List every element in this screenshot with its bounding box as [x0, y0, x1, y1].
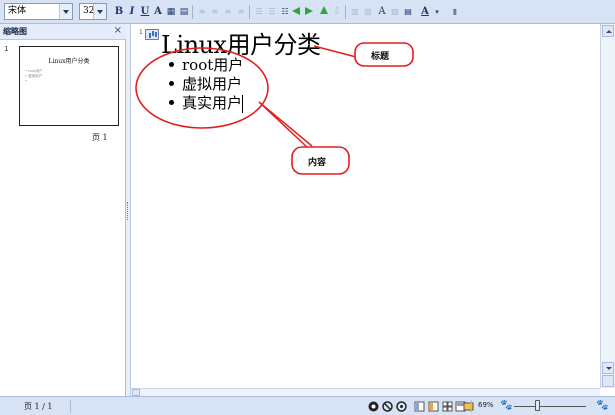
slide-editing-area[interactable]: 1 Linux用户分类 root用户 虚拟用户 真实用户: [131, 24, 600, 388]
text-box-icon[interactable]: ▤: [402, 5, 414, 19]
scroll-down-icon[interactable]: [602, 362, 614, 374]
font-decrease-icon[interactable]: ▧: [389, 5, 401, 19]
justify-icon[interactable]: ≡: [235, 5, 247, 19]
status-separator: [70, 400, 71, 413]
toolbar-separator: [345, 5, 346, 19]
bullet-text: root用户: [182, 56, 244, 74]
thumbnail-pane-title: 缩略图: [3, 27, 27, 36]
spacing-icon[interactable]: ▥: [362, 5, 374, 19]
normal-view-icon[interactable]: [414, 401, 425, 412]
bullet-dot-icon: [169, 61, 174, 67]
title-callout-label: 标题: [371, 52, 390, 62]
bullets-icon[interactable]: ☰: [266, 5, 278, 19]
zoom-out-icon[interactable]: 🐾: [500, 400, 512, 411]
underline-button[interactable]: U: [139, 5, 151, 19]
font-increase-icon[interactable]: A: [376, 5, 388, 19]
scroll-corner: [602, 375, 614, 387]
chevron-down-icon[interactable]: [59, 4, 72, 19]
toolbar-grip-icon[interactable]: ▮: [449, 5, 461, 19]
bullet-item[interactable]: 真实用户: [169, 92, 244, 113]
font-name-value: 宋体: [8, 6, 27, 16]
outline-icon[interactable]: ▦: [165, 5, 177, 19]
slideshow-icon[interactable]: [382, 401, 393, 412]
bullet-dot-icon: [169, 99, 174, 105]
font-name-combo[interactable]: 宋体: [4, 3, 73, 20]
numbering-icon[interactable]: ☰: [253, 5, 265, 19]
bullet-text: 真实用户: [182, 94, 243, 112]
scroll-up-icon[interactable]: [602, 25, 614, 37]
font-size-combo[interactable]: 32: [79, 3, 107, 20]
bullet-item[interactable]: root用户: [169, 54, 243, 75]
presentation-editor-window: 宋体 32 B I U A ▦ ▤ ≡ ≡ ≡ ≡ ☰ ☰ ☷ ⇩ ▥ ▥ A …: [0, 0, 615, 415]
slide-view-icon[interactable]: [463, 401, 474, 412]
status-separator: [471, 400, 472, 413]
page-indicator: 页 1 / 1: [24, 402, 53, 411]
content-callout-label: 内容: [308, 158, 327, 168]
italic-button[interactable]: I: [126, 5, 138, 19]
bold-button[interactable]: B: [113, 5, 125, 19]
chevron-down-icon[interactable]: [93, 4, 106, 19]
strikethrough-icon[interactable]: ▤: [178, 5, 190, 19]
thumbnail-slide-number: 1: [4, 45, 9, 53]
scroll-left-icon[interactable]: [132, 389, 140, 396]
font-color-button[interactable]: A: [419, 5, 431, 19]
list-icon[interactable]: ☷: [279, 5, 291, 19]
arrow-left-icon[interactable]: [292, 7, 300, 15]
bullet-text: 虚拟用户: [182, 75, 243, 93]
arrow-right-icon[interactable]: [305, 7, 313, 15]
line-number: 1: [139, 29, 143, 36]
close-icon[interactable]: ×: [114, 25, 122, 36]
arrow-up-icon[interactable]: [320, 6, 328, 14]
status-bar: 页 1 / 1 69% 🐾 🐾: [0, 396, 615, 415]
record-icon[interactable]: [368, 401, 379, 412]
chart-object-icon[interactable]: [145, 29, 159, 40]
thumbnail-bullet: • 虚拟用户: [25, 74, 43, 78]
vertical-scrollbar[interactable]: [600, 24, 615, 388]
horizontal-scrollbar[interactable]: [131, 388, 600, 396]
arrow-down-icon[interactable]: ⇩: [331, 5, 343, 19]
align-right-icon[interactable]: ≡: [222, 5, 234, 19]
bullet-item[interactable]: 虚拟用户: [169, 73, 242, 94]
sorter-view-icon[interactable]: [442, 401, 453, 412]
chevron-down-icon[interactable]: ▾: [431, 5, 443, 19]
thumbnail-bullet: •: [25, 79, 28, 83]
rehearse-icon[interactable]: [396, 401, 407, 412]
thumbnail-page-label: 页 1: [92, 133, 108, 142]
splitter-grip-icon[interactable]: [127, 202, 129, 220]
thumbnail-pane: 缩略图 × 1 Linux用户分类 • root用户 • 虚拟用户 • 页 1: [0, 24, 126, 396]
zoom-in-icon[interactable]: 🐾: [596, 400, 608, 411]
indent-icon[interactable]: ▥: [349, 5, 361, 19]
zoom-slider-thumb[interactable]: [535, 400, 540, 411]
zoom-slider-track[interactable]: [514, 406, 586, 407]
formatting-toolbar: 宋体 32 B I U A ▦ ▤ ≡ ≡ ≡ ≡ ☰ ☰ ☷ ⇩ ▥ ▥ A …: [0, 0, 615, 24]
align-center-icon[interactable]: ≡: [209, 5, 221, 19]
thumbnail-pane-header: 缩略图 ×: [0, 24, 126, 40]
text-cursor: [242, 95, 244, 113]
zoom-level[interactable]: 69%: [478, 401, 494, 409]
shadow-button[interactable]: A: [152, 5, 164, 19]
bullet-dot-icon: [169, 80, 174, 86]
toolbar-separator: [192, 5, 193, 19]
thumbnail-slide-title: Linux用户分类: [48, 58, 90, 65]
slide-thumbnail[interactable]: Linux用户分类 • root用户 • 虚拟用户 •: [19, 46, 119, 126]
align-left-icon[interactable]: ≡: [196, 5, 208, 19]
outline-view-icon[interactable]: [428, 401, 439, 412]
toolbar-separator: [249, 5, 250, 19]
